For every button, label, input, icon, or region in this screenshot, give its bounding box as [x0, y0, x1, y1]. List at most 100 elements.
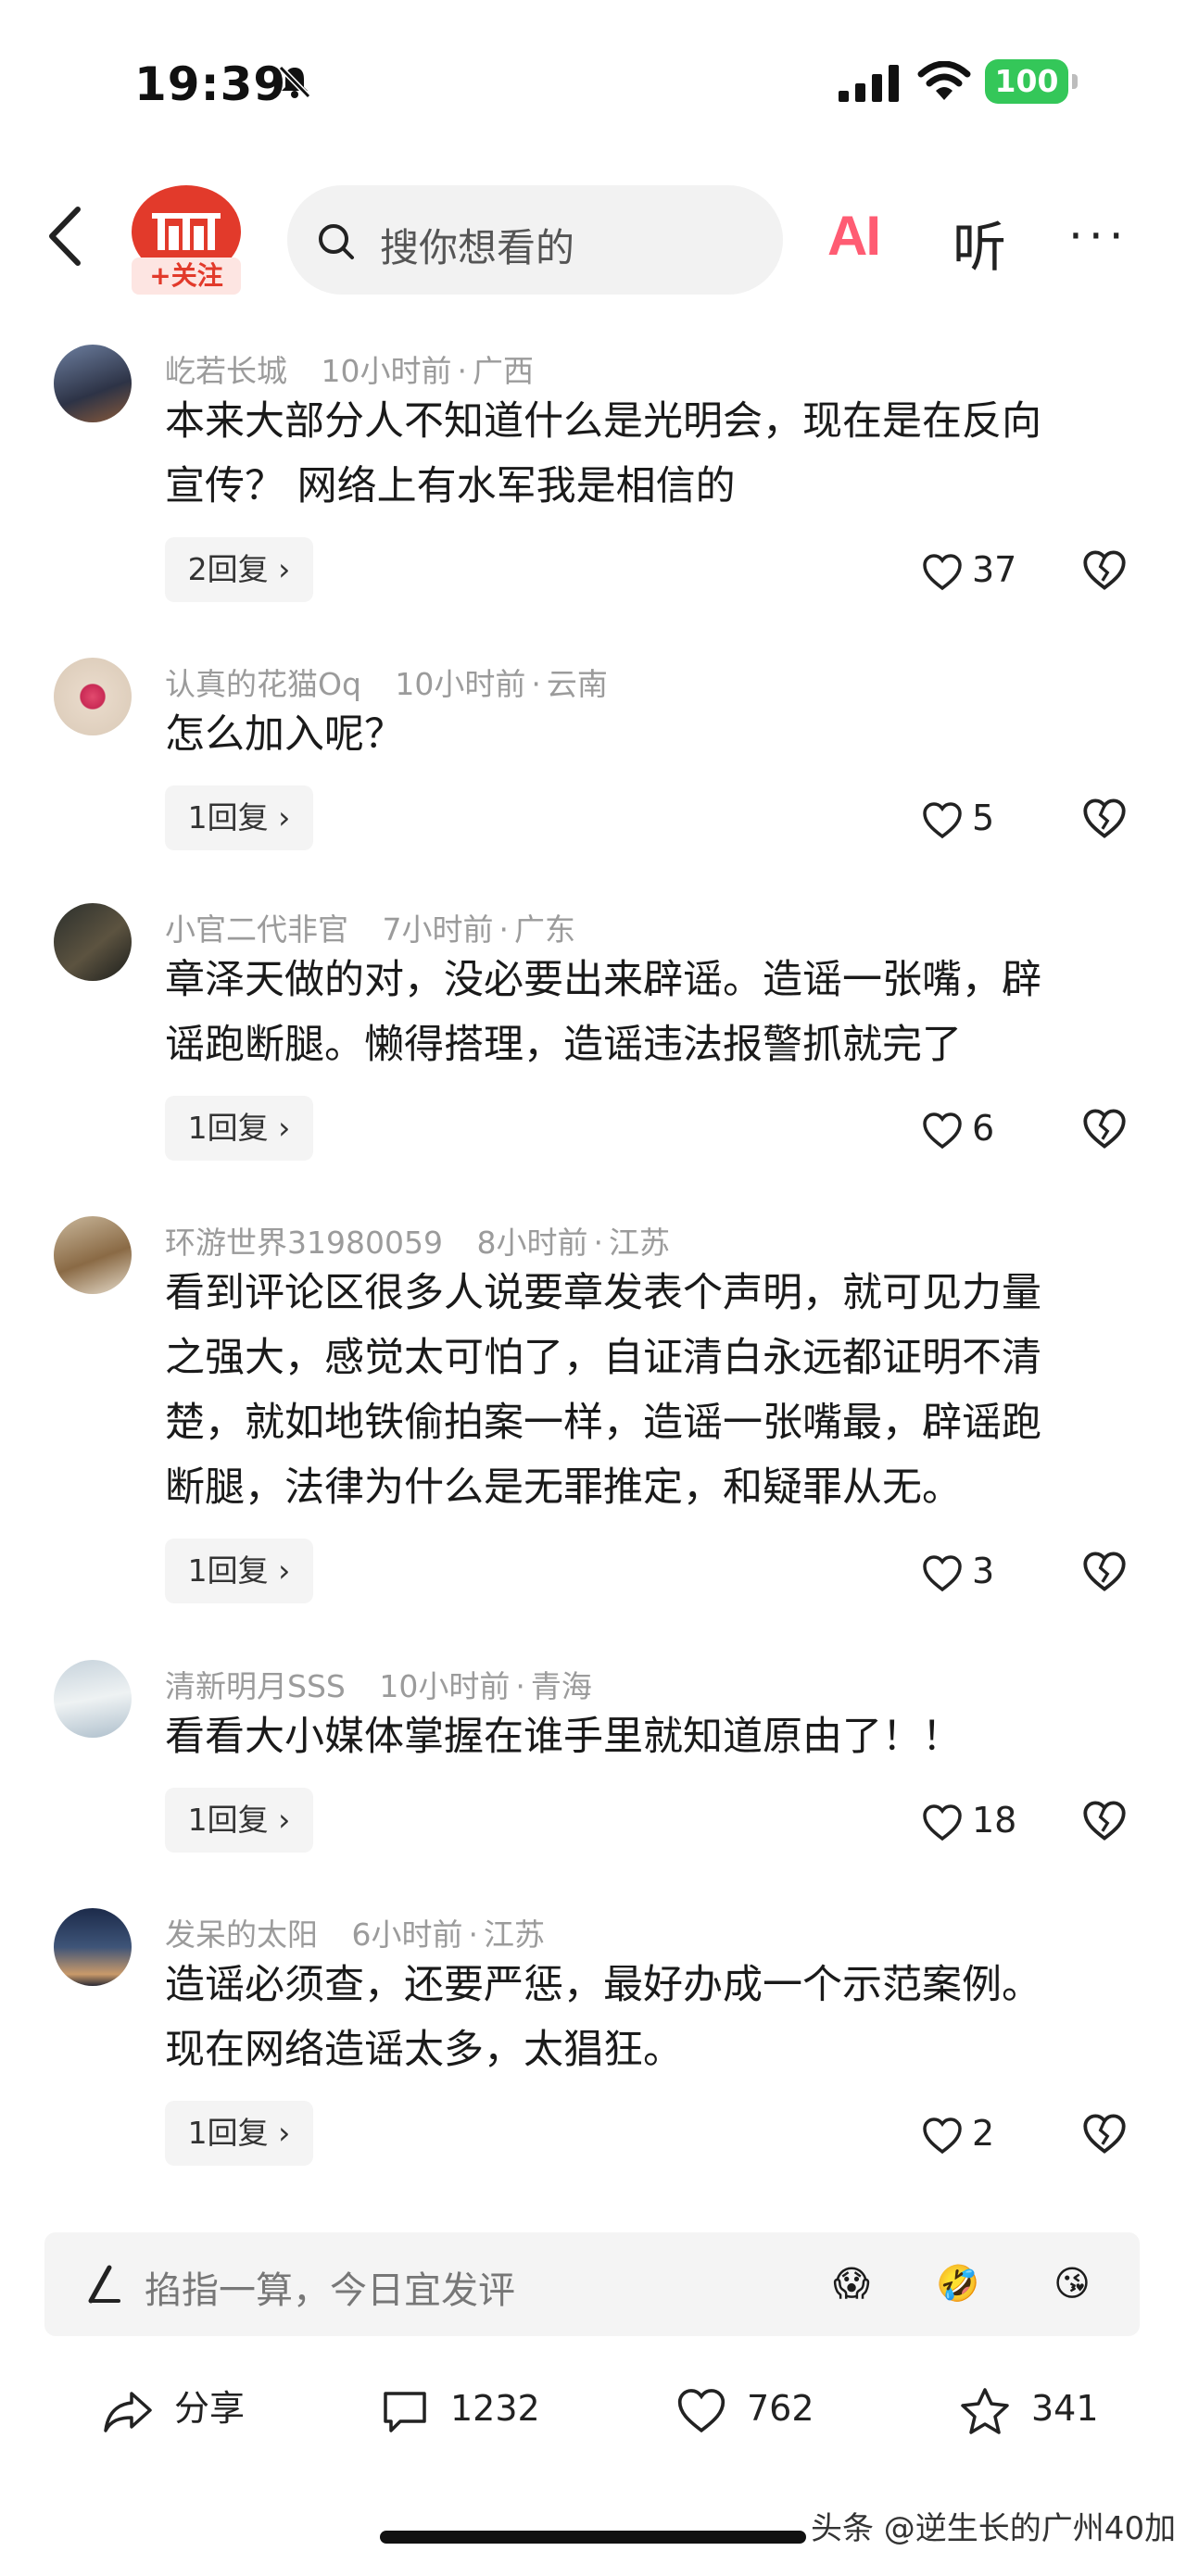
more-menu-button[interactable]: ···: [1068, 209, 1129, 263]
username[interactable]: 小官二代非官: [165, 911, 348, 948]
reply-count: 1回复: [187, 1802, 269, 1838]
heart-icon: [923, 553, 962, 590]
reply-count-button[interactable]: 1回复 ›: [165, 1539, 313, 1603]
username[interactable]: 发呆的太阳: [165, 1916, 318, 1953]
comment-line: 看到评论区很多人说要章发表个声明，就可见力量: [165, 1270, 1041, 1316]
back-icon[interactable]: [44, 204, 85, 269]
comment-time: 6小时前: [351, 1916, 463, 1953]
top-nav: +关注 搜你想看的 AI 听 ···: [0, 176, 1186, 306]
emoji-laugh-cry-icon[interactable]: 🤣: [929, 2255, 987, 2312]
comment-input-bar[interactable]: 掐指一算，今日宜发评 😱 🤣 😘: [44, 2232, 1140, 2336]
reply-count-button[interactable]: 2回复 ›: [165, 537, 313, 602]
username[interactable]: 认真的花猫Oq: [165, 666, 361, 702]
comment-icon: [384, 2391, 426, 2432]
comment-line: 宣传？ 网络上有水军我是相信的: [165, 463, 736, 509]
like-button[interactable]: 6: [922, 1096, 994, 1161]
comment-text: 本来大部分人不知道什么是光明会，现在是在反向 宣传？ 网络上有水军我是相信的: [165, 389, 1147, 519]
like-count: 6: [972, 1108, 995, 1149]
comments-count: 1232: [450, 2388, 540, 2429]
search-placeholder: 搜你想看的: [380, 225, 575, 270]
dislike-heart-icon[interactable]: [1082, 550, 1127, 591]
like-post-button[interactable]: 762: [676, 2367, 814, 2450]
search-icon: [319, 224, 354, 259]
comment-meta: 发呆的太阳 6小时前 · 江苏: [165, 1916, 545, 1953]
star-icon: [961, 2387, 1009, 2434]
like-count: 2: [972, 2113, 995, 2154]
like-button[interactable]: 37: [922, 537, 1016, 602]
follow-button[interactable]: +关注: [132, 258, 241, 295]
like-button[interactable]: 18: [922, 1788, 1016, 1853]
username[interactable]: 屹若长城: [165, 353, 287, 389]
avatar[interactable]: [54, 1908, 132, 1986]
comment-region: 青海: [530, 1668, 592, 1704]
comments-button[interactable]: 1232: [380, 2367, 540, 2450]
username[interactable]: 环游世界31980059: [165, 1225, 443, 1261]
reply-count-button[interactable]: 1回复 ›: [165, 785, 313, 850]
comment-region: 广西: [473, 353, 534, 389]
username[interactable]: 清新明月SSS: [165, 1668, 346, 1704]
heart-icon: [923, 801, 962, 838]
reply-count-button[interactable]: 1回复 ›: [165, 2101, 313, 2166]
comment-meta: 屹若长城 10小时前 · 广西: [165, 353, 534, 389]
comment-line: 之强大，感觉太可怕了，自证清白永远都证明不清: [165, 1335, 1041, 1381]
dislike-heart-icon[interactable]: [1082, 798, 1127, 839]
comment-region: 江苏: [484, 1916, 545, 1953]
favorites-count: 341: [1031, 2388, 1099, 2429]
heart-icon: [923, 1112, 962, 1149]
like-button[interactable]: 5: [922, 785, 994, 850]
reply-count-button[interactable]: 1回复 ›: [165, 1788, 313, 1853]
avatar[interactable]: [54, 1660, 132, 1738]
comment-time: 10小时前: [395, 666, 526, 702]
emoji-shocked-icon[interactable]: 😱: [823, 2255, 880, 2312]
comment-text: 章泽天做的对，没必要出来辟谣。造谣一张嘴，辟 谣跑断腿。懒得搭理，造谣违法报警抓…: [165, 948, 1147, 1077]
status-bar: 19:39 100: [0, 0, 1186, 167]
like-count: 18: [972, 1800, 1017, 1841]
ai-button[interactable]: AI: [827, 204, 881, 268]
comment-text: 造谣必须查，还要严惩，最好办成一个示范案例。 现在网络造谣太多，太猖狂。: [165, 1953, 1147, 2082]
avatar[interactable]: [54, 1216, 132, 1294]
battery-nub: [1072, 74, 1078, 89]
reply-count-button[interactable]: 1回复 ›: [165, 1096, 313, 1161]
search-bar[interactable]: 搜你想看的: [287, 185, 783, 295]
avatar[interactable]: [54, 903, 132, 981]
dislike-heart-icon[interactable]: [1082, 1801, 1127, 1841]
like-count: 3: [972, 1551, 995, 1591]
wifi-icon: [917, 61, 971, 100]
comment-text: 看看大小媒体掌握在谁手里就知道原由了！！: [165, 1704, 1147, 1769]
like-count: 37: [972, 549, 1017, 590]
comment-region: 云南: [546, 666, 608, 702]
heart-icon: [923, 1554, 962, 1591]
share-label: 分享: [174, 2388, 246, 2429]
mute-bell-icon: [278, 65, 311, 99]
battery-indicator: 100: [985, 59, 1068, 104]
pen-icon: [88, 2265, 120, 2304]
account-logo[interactable]: +关注: [132, 185, 241, 295]
comment-line: 楚，就如地铁偷拍案一样，造谣一张嘴最，辟谣跑: [165, 1400, 1041, 1446]
dislike-heart-icon[interactable]: [1082, 1109, 1127, 1150]
comment-line: 造谣必须查，还要严惩，最好办成一个示范案例。: [165, 1962, 1041, 2008]
dislike-heart-icon[interactable]: [1082, 1552, 1127, 1592]
dislike-heart-icon[interactable]: [1082, 2114, 1127, 2155]
comment-line: 章泽天做的对，没必要出来辟谣。造谣一张嘴，辟: [165, 957, 1041, 1003]
comment-line: 看看大小媒体掌握在谁手里就知道原由了！！: [165, 1714, 962, 1760]
reply-count: 1回复: [187, 1552, 269, 1589]
share-button[interactable]: 分享: [102, 2367, 245, 2450]
bottom-action-bar: 分享 1232 762 341: [0, 2367, 1186, 2450]
avatar[interactable]: [54, 345, 132, 422]
reply-count: 1回复: [187, 2115, 269, 2151]
like-button[interactable]: 3: [922, 1539, 994, 1603]
like-button[interactable]: 2: [922, 2101, 994, 2166]
comment-line: 怎么加入呢？: [165, 711, 404, 758]
comment-meta: 清新明月SSS 10小时前 · 青海: [165, 1668, 592, 1704]
avatar[interactable]: [54, 658, 132, 735]
listen-button[interactable]: 听: [953, 204, 1006, 282]
emoji-kiss-icon[interactable]: 😘: [1043, 2255, 1101, 2312]
comment-line: 本来大部分人不知道什么是光明会，现在是在反向: [165, 398, 1041, 445]
favorite-button[interactable]: 341: [959, 2367, 1099, 2450]
home-indicator[interactable]: [380, 2531, 806, 2544]
comment-time: 7小时前: [382, 911, 494, 948]
reply-count: 1回复: [187, 799, 269, 836]
comment-time: 8小时前: [476, 1225, 588, 1261]
cellular-signal-icon: [839, 65, 899, 102]
comment-text: 怎么加入呢？: [165, 702, 1147, 767]
